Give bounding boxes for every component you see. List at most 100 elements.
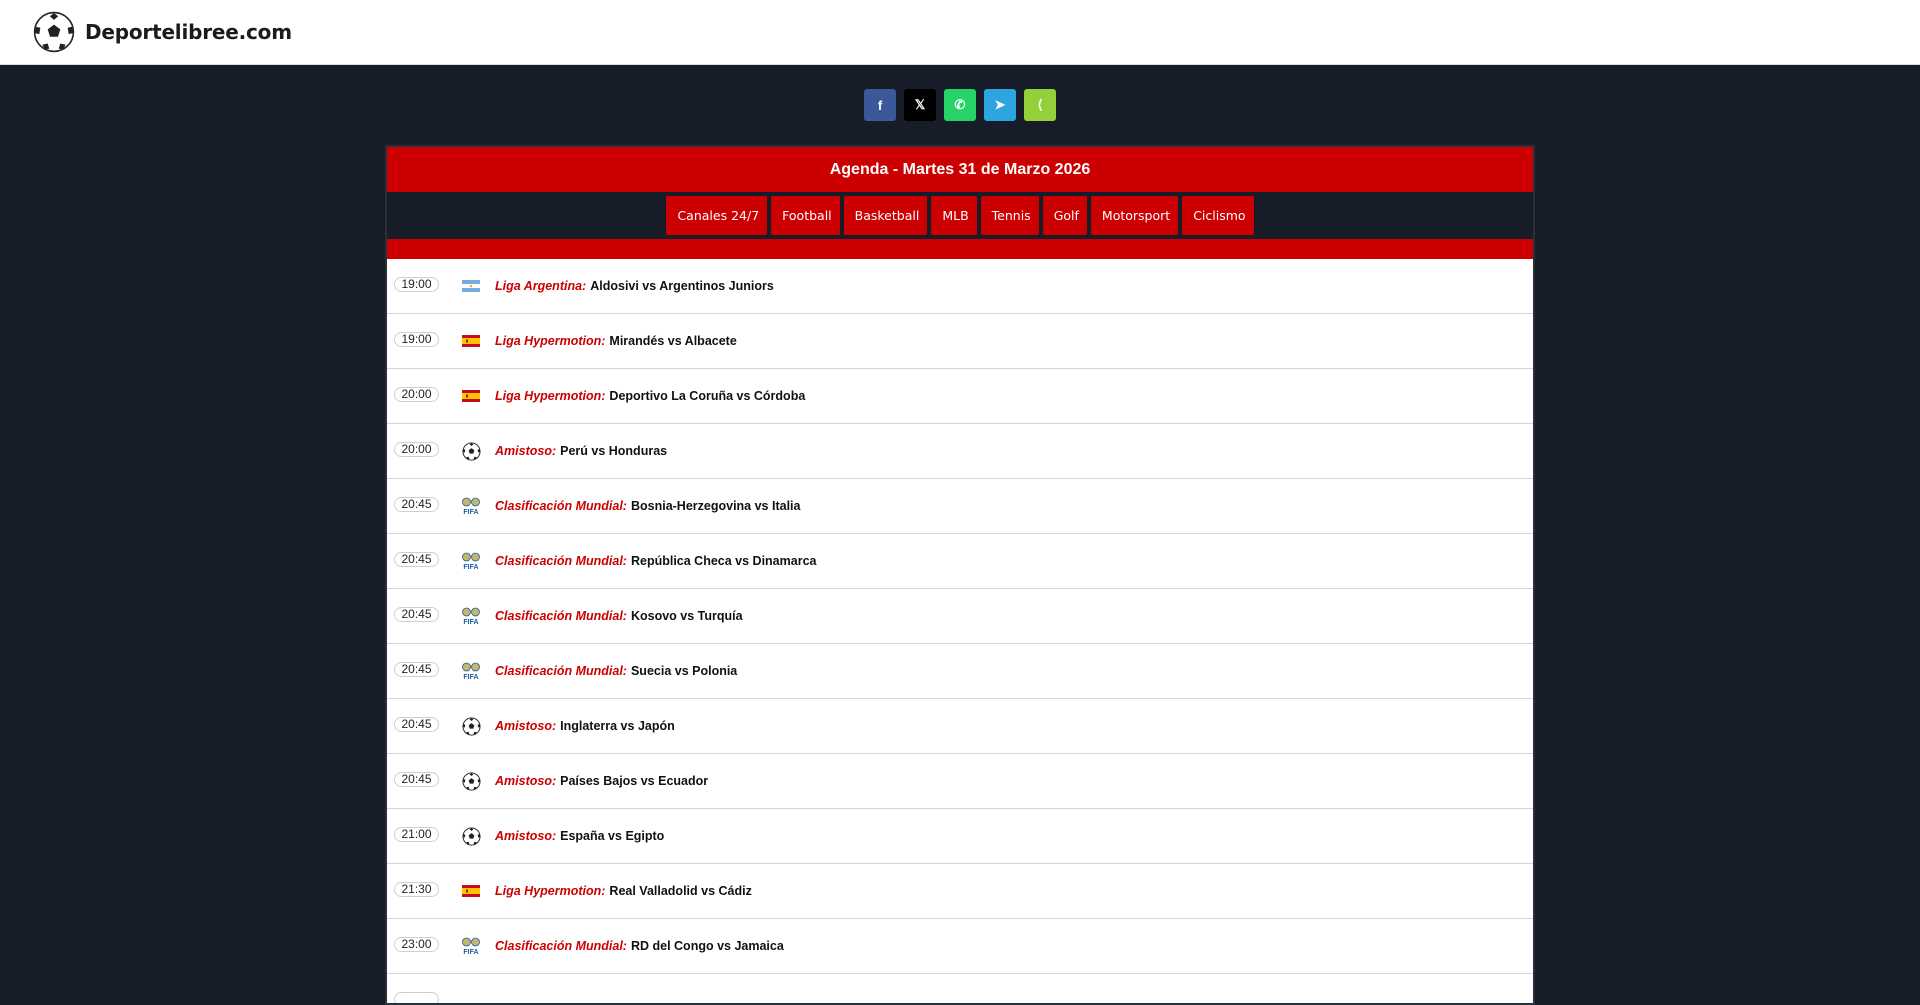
event-list: 19:00 Liga Argentina: Aldosivi vs Argentin… — [387, 259, 1533, 1005]
event-row[interactable]: 19:00 Liga Hypermotion:Mirandés vs Albace… — [387, 314, 1533, 369]
category-basketball[interactable]: Basketball — [844, 196, 928, 235]
agenda-title: Agenda - Martes 31 de Marzo 2026 — [387, 147, 1533, 192]
event-league: Clasificación Mundial: — [495, 609, 627, 623]
category-canales-24-7[interactable]: Canales 24/7 — [666, 196, 767, 235]
event-league: Liga Hypermotion: — [495, 884, 605, 898]
event-match: Países Bajos vs Ecuador — [560, 774, 708, 788]
event-row[interactable] — [387, 974, 1533, 1005]
event-league: Clasificación Mundial: — [495, 554, 627, 568]
event-league: Liga Hypermotion: — [495, 389, 605, 403]
event-title: Clasificación Mundial: RD del Congo vs Ja… — [495, 939, 784, 953]
category-football[interactable]: Football — [771, 196, 839, 235]
fifa-logo-icon: FIFA — [461, 606, 481, 626]
spain-flag-icon — [461, 331, 481, 351]
divider-strip — [387, 239, 1533, 259]
svg-text:FIFA: FIFA — [463, 674, 478, 680]
event-row[interactable]: 20:45 FIFA Clasificación Mundial: República… — [387, 534, 1533, 589]
event-league: Amistoso: — [495, 719, 556, 733]
event-time: 20:45 — [394, 552, 439, 567]
category-label: Canales 24/7 — [677, 208, 759, 223]
event-time — [394, 992, 439, 1005]
event-match: Perú vs Honduras — [560, 444, 667, 458]
category-label: Motorsport — [1102, 208, 1170, 223]
event-row[interactable]: 23:00FIFAClasificación Mundial:RD del Co… — [387, 919, 1533, 974]
category-tennis[interactable]: Tennis — [981, 196, 1039, 235]
event-row[interactable]: 21:30Liga Hypermotion:Real Valladolid vs… — [387, 864, 1533, 919]
event-title: Clasificación Mundial: Kosovo vs Turquía — [495, 609, 743, 623]
event-time: 19:00 — [394, 332, 439, 347]
event-title: Liga Hypermotion: Deportivo La Coruña vs … — [495, 389, 805, 403]
category-label: Tennis — [992, 208, 1031, 223]
category-label: Basketball — [855, 208, 920, 223]
spain-flag-icon — [461, 881, 481, 901]
fifa-logo-icon: FIFA — [461, 496, 481, 516]
event-icon — [461, 991, 481, 1005]
event-match: Bosnia-Herzegovina vs Italia — [631, 499, 801, 513]
event-match: Aldosivi vs Argentinos Juniors — [590, 279, 774, 293]
event-league: Clasificación Mundial: — [495, 939, 627, 953]
event-match: RD del Congo vs Jamaica — [631, 939, 784, 953]
category-motorsport[interactable]: Motorsport — [1091, 196, 1178, 235]
event-match: Deportivo La Coruña vs Córdoba — [609, 389, 805, 403]
event-row[interactable]: 21:00Amistoso:España vs Egipto — [387, 809, 1533, 864]
event-title: Amistoso: Perú vs Honduras — [495, 444, 667, 458]
telegram-share-button[interactable]: ➤ — [984, 89, 1016, 121]
event-time: 20:00 — [394, 442, 439, 457]
agenda-panel: Agenda - Martes 31 de Marzo 2026 Canales… — [385, 145, 1535, 1005]
facebook-share-button[interactable]: f — [864, 89, 896, 121]
event-time: 20:45 — [394, 717, 439, 732]
argentina-flag-icon — [461, 276, 481, 296]
category-label: Golf — [1054, 208, 1079, 223]
event-league: Amistoso: — [495, 774, 556, 788]
soccer-ball-icon — [461, 771, 481, 791]
event-match: Kosovo vs Turquía — [631, 609, 743, 623]
facebook-icon: f — [878, 98, 882, 113]
event-time: 20:00 — [394, 387, 439, 402]
category-mlb[interactable]: MLB — [931, 196, 976, 235]
event-row[interactable]: 20:00 Amistoso: Perú vs Honduras — [387, 424, 1533, 479]
soccer-ball-icon[interactable] — [33, 11, 75, 53]
x-share-button[interactable]: 𝕏 — [904, 89, 936, 121]
telegram-icon: ➤ — [995, 97, 1006, 113]
event-title: Liga Hypermotion:Real Valladolid vs Cádi… — [495, 884, 752, 898]
category-bar: Canales 24/7 Football Basketball MLB Tennis G… — [387, 192, 1533, 239]
whatsapp-share-button[interactable]: ✆ — [944, 89, 976, 121]
event-match: Inglaterra vs Japón — [560, 719, 675, 733]
svg-text:FIFA: FIFA — [463, 509, 478, 515]
soccer-ball-icon — [461, 716, 481, 736]
event-match: España vs Egipto — [560, 829, 664, 843]
event-row[interactable]: 20:45 Amistoso: Países Bajos vs Ecuador — [387, 754, 1533, 809]
event-row[interactable]: 20:45 Amistoso: Inglaterra vs Japón — [387, 699, 1533, 754]
event-title: Liga Argentina: Aldosivi vs Argentinos Ju… — [495, 279, 774, 293]
event-row[interactable]: 19:00Liga Argentina:Aldosivi vs Argentin… — [387, 259, 1533, 314]
event-title — [495, 994, 499, 1005]
site-title[interactable]: Deportelibree.com — [85, 20, 292, 44]
soccer-ball-icon — [461, 826, 481, 846]
event-row[interactable]: 20:00 Liga Hypermotion: Deportivo La Coruñ… — [387, 369, 1533, 424]
event-match: República Checa vs Dinamarca — [631, 554, 817, 568]
event-row[interactable]: 20:45FIFAClasificación Mundial:Bosnia-He… — [387, 479, 1533, 534]
category-label: Ciclismo — [1193, 208, 1245, 223]
svg-text:FIFA: FIFA — [463, 619, 478, 625]
event-title: Amistoso: Inglaterra vs Japón — [495, 719, 675, 733]
event-title: Amistoso: España vs Egipto — [495, 829, 664, 843]
event-row[interactable]: 20:45 FIFA Clasificación Mundial: Kosovo vs… — [387, 589, 1533, 644]
site-header: Deportelibree.com — [0, 0, 1920, 65]
category-label: MLB — [942, 208, 968, 223]
category-label: Football — [782, 208, 831, 223]
whatsapp-icon: ✆ — [955, 97, 966, 113]
event-league: Liga Argentina: — [495, 279, 586, 293]
share-share-button[interactable]: ⟨ — [1024, 89, 1056, 121]
event-league: Clasificación Mundial: — [495, 664, 627, 678]
x-icon: 𝕏 — [915, 97, 925, 113]
event-league: Amistoso: — [495, 829, 556, 843]
event-title: Liga Hypermotion:Mirandés vs Albacete — [495, 334, 737, 348]
event-row[interactable]: 20:45FIFAClasificación Mundial:Suecia vs… — [387, 644, 1533, 699]
category-ciclismo[interactable]: Ciclismo — [1182, 196, 1253, 235]
category-golf[interactable]: Golf — [1043, 196, 1087, 235]
fifa-logo-icon: FIFA — [461, 551, 481, 571]
event-time: 20:45 — [394, 607, 439, 622]
event-time: 20:45 — [394, 772, 439, 787]
event-league: Amistoso: — [495, 444, 556, 458]
event-match: Mirandés vs Albacete — [609, 334, 736, 348]
